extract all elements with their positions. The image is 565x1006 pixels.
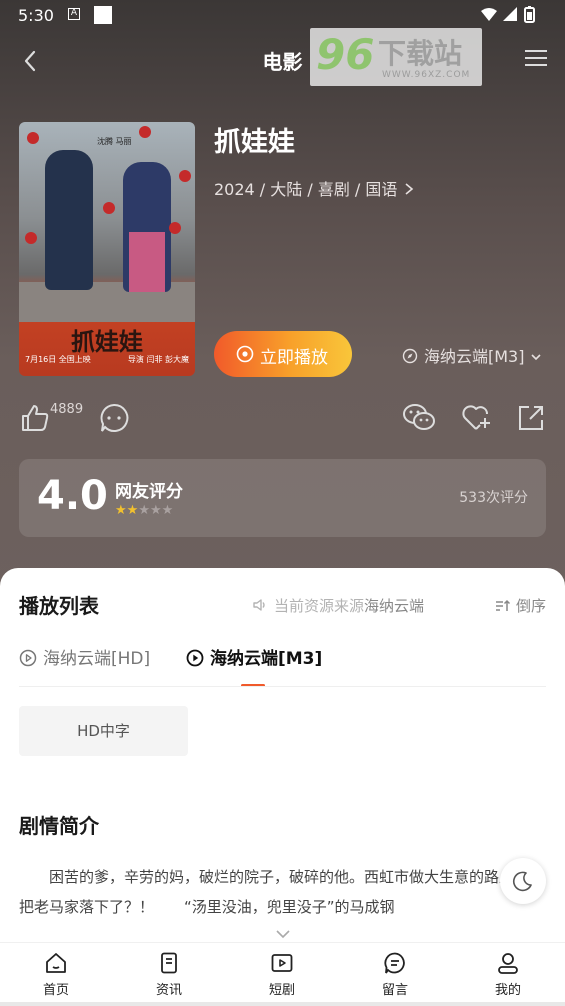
watermark-number: 96 — [316, 30, 375, 79]
rating-label: 网友评分 — [115, 482, 183, 502]
sort-label: 倒序 — [515, 597, 546, 615]
like-button[interactable] — [19, 402, 51, 434]
current-source-note: 当前资源来源海纳云端 — [252, 595, 450, 616]
tab-source-m3-label: 海纳云端[M3] — [210, 649, 323, 669]
chevron-down-icon — [531, 354, 541, 361]
wechat-share-button[interactable] — [402, 402, 435, 434]
action-bar: 4889 — [0, 400, 565, 440]
nav-home[interactable]: 首页 — [21, 951, 91, 998]
compass-icon — [402, 348, 418, 364]
rating-score: 4.0 — [37, 473, 108, 519]
tab-divider — [19, 686, 546, 687]
movie-poster[interactable]: 沈腾 马丽 抓娃娃 7月16日 全国上映 导演 闫非 彭大魔 — [19, 122, 195, 376]
sort-icon — [495, 599, 511, 611]
play-now-label: 立即播放 — [260, 348, 328, 368]
watermark-text: 下载站 — [378, 37, 463, 70]
news-icon — [161, 952, 177, 974]
playlist-sheet: 播放列表 当前资源来源海纳云端 倒序 海纳云端[HD] 海纳云端[M3] HD中… — [0, 568, 565, 1006]
synopsis-title: 剧情简介 — [19, 814, 99, 838]
source-selector[interactable]: 海纳云端[M3] — [402, 343, 542, 367]
play-circle-icon — [236, 345, 254, 363]
sort-toggle-button[interactable]: 倒序 — [494, 595, 546, 616]
poster-figure — [45, 150, 93, 290]
nav-message[interactable]: 留言 — [360, 951, 430, 998]
source-selector-label: 海纳云端[M3] — [424, 347, 525, 366]
star-empty-icon: ★ — [161, 503, 174, 518]
movie-meta-text: 2024 / 大陆 / 喜剧 / 国语 — [214, 180, 398, 199]
watermark-url: WWW.96XZ.COM — [382, 70, 471, 80]
wechat-icon — [403, 404, 435, 430]
tab-source-m3[interactable]: 海纳云端[M3] — [186, 644, 322, 669]
system-icons — [479, 6, 551, 28]
playlist-title: 播放列表 — [19, 594, 99, 618]
rating-stars: ★★★★★ — [115, 503, 173, 518]
chevron-right-icon — [405, 183, 413, 195]
nav-short-drama-label: 短剧 — [268, 983, 295, 998]
moon-icon — [512, 871, 532, 892]
star-filled-icon: ★ — [115, 503, 127, 518]
nav-message-label: 留言 — [381, 983, 408, 998]
heart-plus-icon — [462, 405, 490, 430]
comment-button[interactable] — [98, 402, 130, 434]
like-count: 4889 — [50, 402, 84, 417]
play-circle-icon — [186, 649, 204, 667]
menu-button[interactable] — [525, 50, 547, 70]
message-icon — [384, 952, 405, 974]
poster-title: 抓娃娃 — [71, 327, 143, 356]
source-note-prefix: 当前资源来源 — [274, 597, 365, 615]
notification-a-icon: A — [68, 8, 80, 20]
short-drama-icon — [271, 954, 293, 972]
comment-icon — [100, 403, 129, 432]
watermark-logo: 96 下载站 WWW.96XZ.COM — [310, 28, 482, 86]
home-indicator — [0, 1002, 565, 1006]
tab-source-hd-label: 海纳云端[HD] — [43, 649, 151, 669]
favorite-button[interactable] — [460, 402, 492, 434]
poster-cast: 沈腾 马丽 — [97, 137, 132, 146]
nav-news-label: 资讯 — [155, 983, 182, 998]
star-empty-icon: ★ — [149, 503, 162, 518]
share-icon — [519, 406, 543, 430]
movie-meta-link[interactable]: 2024 / 大陆 / 喜剧 / 国语 — [214, 176, 415, 200]
rating-card: 4.0 网友评分 ★★★★★ 533次评分 — [19, 459, 546, 537]
home-icon — [46, 953, 66, 973]
status-bar: 5:30 A — [0, 0, 565, 30]
poster-figure — [123, 162, 171, 292]
share-button[interactable] — [515, 402, 547, 434]
nav-short-drama[interactable]: 短剧 — [247, 951, 317, 998]
nav-profile-label: 我的 — [494, 983, 521, 998]
status-time: 5:30 — [18, 6, 54, 25]
movie-title: 抓娃娃 — [214, 127, 295, 158]
poster-director: 导演 闫非 彭大魔 — [127, 355, 189, 364]
thumbs-up-icon — [22, 405, 49, 431]
star-filled-icon: ★ — [126, 503, 139, 518]
profile-icon — [498, 953, 518, 974]
notification-square-icon — [94, 6, 112, 24]
expand-chevron-icon[interactable] — [275, 928, 291, 940]
play-now-button[interactable]: 立即播放 — [214, 331, 352, 377]
wifi-signal-battery-icon — [481, 6, 535, 23]
rating-count: 533次评分 — [459, 490, 528, 506]
bottom-nav: 首页 资讯 短剧 留言 我的 — [0, 942, 565, 1006]
episode-chip[interactable]: HD中字 — [19, 706, 188, 756]
synopsis-text: 困苦的爹，辛劳的妈，破烂的院子，破碎的他。西虹市做大生意的路上怎么把老马家落下了… — [19, 868, 545, 916]
poster-release: 7月16日 全国上映 — [25, 355, 91, 364]
play-circle-icon — [19, 649, 37, 667]
source-note-value: 海纳云端 — [364, 597, 425, 615]
tab-source-hd[interactable]: 海纳云端[HD] — [19, 644, 150, 669]
speaker-icon — [253, 599, 265, 611]
nav-news[interactable]: 资讯 — [134, 951, 204, 998]
nav-profile[interactable]: 我的 — [473, 951, 543, 998]
night-mode-button[interactable] — [500, 858, 546, 904]
nav-home-label: 首页 — [42, 983, 69, 998]
star-empty-icon: ★ — [138, 503, 150, 518]
